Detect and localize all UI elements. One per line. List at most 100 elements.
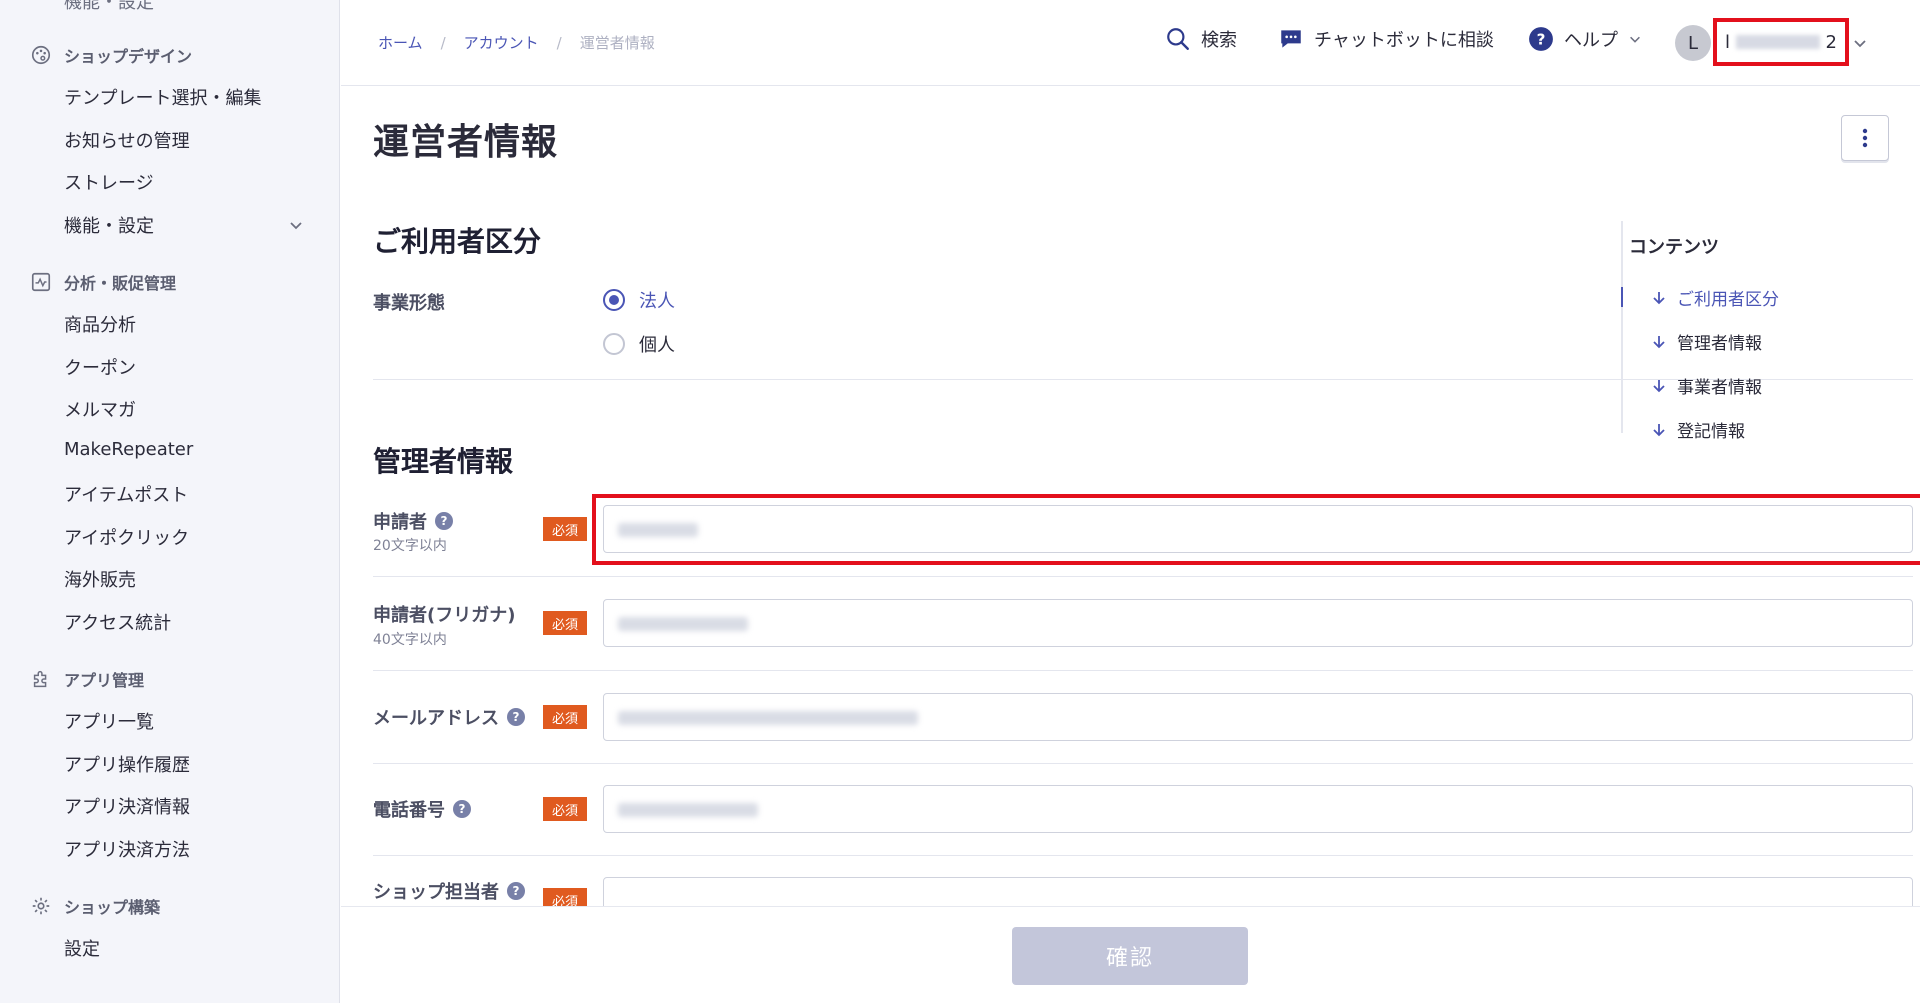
radio-individual[interactable]: 個人 (603, 331, 675, 357)
toc-item-label: 管理者情報 (1677, 334, 1762, 354)
sidebar-item-app-history[interactable]: アプリ操作履歴 (64, 751, 190, 777)
sidebar-item-storage[interactable]: ストレージ (64, 169, 154, 195)
radio-label: 法人 (639, 291, 675, 312)
field-label-text: 申請者(フリガナ) (373, 605, 516, 626)
toc-title: コンテンツ (1629, 237, 1719, 258)
breadcrumb-home[interactable]: ホーム (378, 32, 423, 53)
applicant-kana-input[interactable] (603, 599, 1913, 647)
field-label-applicant-kana: 申請者(フリガナ) (373, 601, 515, 627)
sidebar-item-product-analysis[interactable]: 商品分析 (64, 311, 136, 337)
sidebar-item-access-stats[interactable]: アクセス統計 (64, 609, 171, 635)
toc-item-label: ご利用者区分 (1677, 290, 1779, 310)
business-type-label-text: 事業形態 (373, 293, 445, 314)
section-title-user-type: ご利用者区分 (373, 225, 542, 258)
arrow-down-icon (1653, 335, 1665, 348)
field-label-text: 申請者 (373, 512, 427, 533)
field-label-shop-staff: ショップ担当者 ? (373, 878, 525, 904)
sidebar-item-makerepeater[interactable]: MakeRepeater (64, 439, 193, 460)
field-label-text: メールアドレス (373, 708, 499, 729)
sidebar-item-notices[interactable]: お知らせの管理 (64, 127, 190, 153)
help-label: ヘルプ (1564, 30, 1618, 51)
sidebar-item-features[interactable]: 機能・設定 (64, 212, 154, 238)
sidebar-item-app-payment-method[interactable]: アプリ決済方法 (64, 836, 190, 862)
breadcrumb: ホーム / アカウント / 運営者情報 (378, 32, 655, 53)
help-icon[interactable]: ? (507, 882, 525, 900)
sidebar-item-mailmag[interactable]: メルマガ (64, 396, 136, 422)
search-icon (1167, 28, 1189, 50)
user-name-redacted (1736, 35, 1820, 49)
sidebar-item-app-payment-info[interactable]: アプリ決済情報 (64, 793, 190, 819)
toc-item-registration[interactable]: 登記情報 (1651, 417, 1745, 442)
radio-selected-indicator (603, 289, 625, 311)
top-header: ホーム / アカウント / 運営者情報 検索 チャットボットに相談 ? ヘルプ … (341, 0, 1920, 86)
field-label-email: メールアドレス ? (373, 704, 525, 730)
field-label-phone: 電話番号 ? (373, 796, 471, 822)
sidebar-item-coupon[interactable]: クーポン (64, 354, 136, 380)
sidebar-section-apps: アプリ管理 (30, 667, 144, 691)
sidebar-section-shop-design: ショップデザイン (30, 43, 192, 67)
sidebar-section-label: アプリ管理 (64, 671, 145, 690)
help-icon[interactable]: ? (435, 512, 453, 530)
toc-active-indicator (1621, 287, 1623, 307)
required-badge: 必須 (543, 705, 587, 729)
help-menu[interactable]: ? ヘルプ (1528, 26, 1642, 52)
toc-rail (1621, 221, 1623, 433)
toc-item-label: 事業者情報 (1677, 378, 1762, 398)
search-label: 検索 (1201, 30, 1237, 51)
field-hint: 20文字以内 (373, 538, 447, 554)
sidebar-item-settings[interactable]: 設定 (64, 935, 100, 961)
business-type-label: 事業形態 (373, 289, 445, 315)
more-menu-button[interactable] (1841, 115, 1889, 161)
svg-text:?: ? (1537, 30, 1546, 48)
sidebar-item-itempost[interactable]: アイテムポスト (64, 481, 188, 507)
redacted-value (618, 803, 758, 817)
toc-item-business[interactable]: 事業者情報 (1651, 373, 1762, 398)
shop-staff-input[interactable] (603, 877, 1913, 907)
section-title-admin: 管理者情報 (373, 445, 514, 478)
divider (373, 855, 1913, 856)
sidebar-item-overseas[interactable]: 海外販売 (64, 566, 136, 592)
sidebar-section-label: ショップデザイン (64, 47, 193, 66)
form-footer: 確認 (341, 906, 1920, 1003)
user-name-prefix: l (1725, 31, 1731, 53)
help-icon[interactable]: ? (453, 800, 471, 818)
sidebar-item-aipoclick[interactable]: アイポクリック (64, 524, 189, 550)
breadcrumb-account[interactable]: アカウント (464, 32, 539, 53)
sidebar-item-app-list[interactable]: アプリ一覧 (64, 708, 154, 734)
sidebar-section-label: 分析・販促管理 (64, 274, 177, 293)
radio-label: 個人 (639, 335, 675, 356)
required-badge: 必須 (543, 517, 587, 541)
sidebar-item-template[interactable]: テンプレート選択・編集 (64, 84, 261, 110)
toc-item-label: 登記情報 (1677, 422, 1745, 442)
chevron-down-icon[interactable] (288, 217, 304, 233)
main-content: 運営者情報 ご利用者区分 事業形態 法人 個人 管理者情報 申請者 ? 20文字… (341, 87, 1920, 907)
required-badge: 必須 (543, 797, 587, 821)
phone-input[interactable] (603, 785, 1913, 833)
redacted-value (618, 711, 918, 725)
radio-corporation[interactable]: 法人 (603, 287, 675, 313)
email-input[interactable] (603, 693, 1913, 741)
chevron-down-icon[interactable] (1852, 35, 1868, 51)
page-title: 運営者情報 (373, 122, 559, 163)
sidebar-section-shop-build: ショップ構築 (30, 894, 160, 918)
chatbot-button[interactable]: チャットボットに相談 (1278, 26, 1494, 52)
field-hint: 40文字以内 (373, 632, 447, 648)
help-icon[interactable]: ? (507, 708, 525, 726)
user-name-suffix: 2 (1825, 31, 1837, 53)
arrow-down-icon (1653, 291, 1665, 304)
highlight-box (592, 494, 1920, 565)
search-button[interactable]: 検索 (1165, 26, 1237, 52)
chevron-down-icon (1630, 36, 1640, 43)
sidebar: 機能・設定 ショップデザイン テンプレート選択・編集 お知らせの管理 ストレージ… (0, 0, 340, 1003)
toc-item-user-type[interactable]: ご利用者区分 (1651, 285, 1779, 310)
breadcrumb-current: 運営者情報 (579, 34, 655, 52)
toc-item-admin[interactable]: 管理者情報 (1651, 329, 1762, 354)
user-name-highlight[interactable]: l 2 (1713, 18, 1849, 66)
required-badge: 必須 (543, 888, 587, 907)
kebab-icon (1862, 128, 1868, 148)
sidebar-item-settings-cut[interactable]: 機能・設定 (64, 0, 154, 14)
chatbot-label: チャットボットに相談 (1314, 30, 1494, 51)
analytics-icon (31, 272, 51, 292)
confirm-button[interactable]: 確認 (1012, 927, 1248, 985)
avatar[interactable]: L (1675, 25, 1711, 61)
